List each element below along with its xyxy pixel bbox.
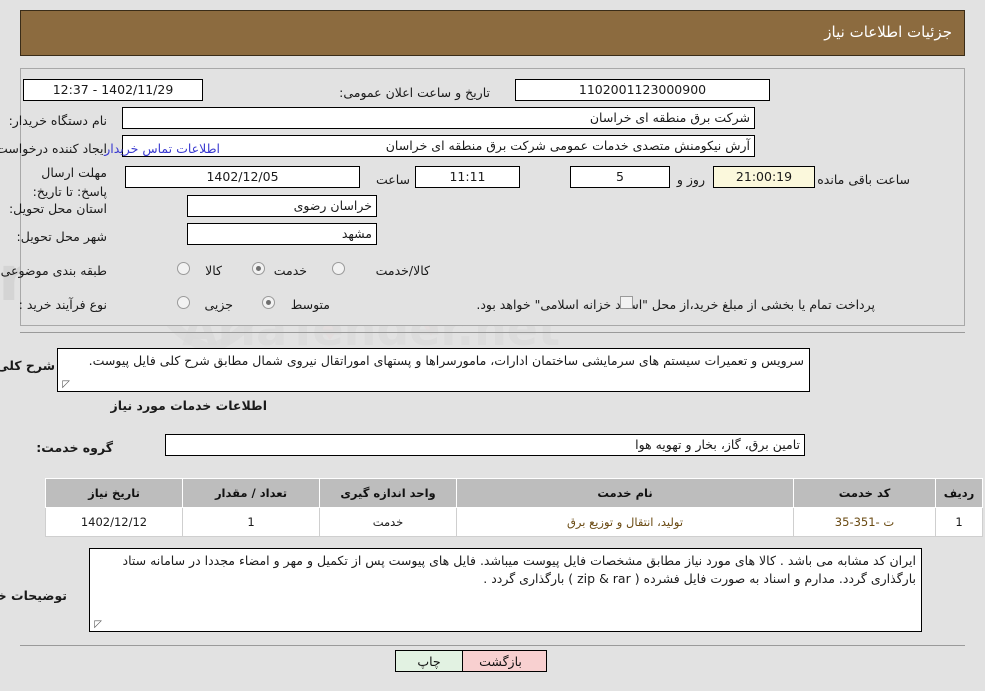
cell-code: ت -351-35	[793, 507, 936, 537]
print-button[interactable]: چاپ	[395, 650, 463, 672]
province-label: استان محل تحویل:	[8, 201, 107, 216]
category-radio-kala[interactable]	[177, 262, 190, 275]
divider-top	[20, 332, 965, 333]
description-label: شرح کلی نیاز:	[0, 358, 55, 373]
table-row[interactable]: 1 ت -351-35 تولید، انتقال و توزیع برق خد…	[45, 507, 983, 537]
col-date: تاریخ نیاز	[45, 478, 183, 508]
need-details-page: AriaTender.net W AriaTender.net جزئیات ا…	[0, 0, 985, 691]
deadline-hour-field[interactable]: 11:11	[415, 166, 520, 188]
deadline-label: مهلت ارسال پاسخ: تا تاریخ:	[32, 165, 107, 199]
cell-date: 1402/12/12	[45, 507, 183, 537]
resize-grip-icon-2[interactable]: ◸	[92, 620, 102, 630]
service-group-field[interactable]: تامین برق، گاز، بخار و تهویه هوا	[165, 434, 805, 456]
remaining-days-label: روز و	[676, 172, 705, 187]
divider-bottom	[20, 645, 965, 646]
table-header-row: ردیف کد خدمت نام خدمت واحد اندازه گیری ت…	[45, 478, 983, 508]
resize-grip-icon[interactable]: ◸	[60, 380, 70, 390]
process-label-jozei: جزیی	[204, 297, 233, 312]
page-title: جزئیات اطلاعات نیاز	[824, 23, 952, 41]
remaining-days-field[interactable]: 5	[570, 166, 670, 188]
remaining-time-field[interactable]: 21:00:19	[713, 166, 815, 188]
category-radio-khedmat[interactable]	[252, 262, 265, 275]
description-text: سرویس و تعمیرات سیستم های سرمایشی ساختما…	[88, 353, 804, 368]
col-code: کد خدمت	[793, 478, 936, 508]
treasury-bond-label: پرداخت تمام یا بخشی از مبلغ خرید،از محل …	[476, 297, 875, 312]
buyer-notes-text: ایران کد مشابه می باشد . کالا های مورد ن…	[122, 553, 917, 587]
deadline-date-field[interactable]: 1402/12/05	[125, 166, 360, 188]
treasury-bond-checkbox[interactable]	[620, 296, 633, 309]
category-label-kala-khedmat: کالا/خدمت	[375, 263, 430, 278]
col-row: ردیف	[935, 478, 983, 508]
col-name: نام خدمت	[456, 478, 794, 508]
deadline-hour-label: ساعت	[375, 172, 410, 187]
city-field[interactable]: مشهد	[187, 223, 377, 245]
city-label: شهر محل تحویل:	[16, 229, 107, 244]
buyer-org-label: نام دستگاه خریدار:	[8, 113, 107, 128]
services-table: ردیف کد خدمت نام خدمت واحد اندازه گیری ت…	[45, 478, 983, 537]
category-label-kala: کالا	[205, 263, 222, 278]
cell-unit: خدمت	[319, 507, 457, 537]
window-title-bar: جزئیات اطلاعات نیاز	[20, 10, 965, 56]
creator-label: ایجاد کننده درخواست:	[0, 141, 107, 156]
buyer-notes-label: توضیحات خریدار:	[0, 588, 67, 603]
province-field[interactable]: خراسان رضوی	[187, 195, 377, 217]
process-radio-jozei[interactable]	[177, 296, 190, 309]
category-radio-kala-khedmat[interactable]	[332, 262, 345, 275]
description-textarea[interactable]: سرویس و تعمیرات سیستم های سرمایشی ساختما…	[57, 348, 810, 392]
services-section-title: اطلاعات خدمات مورد نیاز	[110, 398, 268, 413]
cell-name: تولید، انتقال و توزیع برق	[456, 507, 794, 537]
public-announce-field[interactable]: 1402/11/29 - 12:37	[23, 79, 203, 101]
service-group-label: گروه خدمت:	[36, 440, 113, 455]
public-announce-label: تاریخ و ساعت اعلان عمومی:	[339, 85, 490, 100]
cell-row: 1	[935, 507, 983, 537]
process-label: نوع فرآیند خرید :	[18, 297, 107, 312]
process-label-motavaset: متوسط	[290, 297, 330, 312]
category-label-khedmat: خدمت	[273, 263, 307, 278]
buyer-notes-textarea[interactable]: ایران کد مشابه می باشد . کالا های مورد ن…	[89, 548, 922, 632]
col-unit: واحد اندازه گیری	[319, 478, 457, 508]
cell-qty: 1	[182, 507, 320, 537]
back-button[interactable]: بازگشت	[454, 650, 547, 672]
col-qty: تعداد / مقدار	[182, 478, 320, 508]
category-label: طبقه بندی موضوعی:	[0, 263, 107, 278]
remaining-time-label: ساعت باقی مانده	[817, 172, 910, 187]
buyer-contact-link[interactable]: اطلاعات تماس خریدار	[104, 141, 220, 156]
buyer-org-field[interactable]: شرکت برق منطقه ای خراسان	[122, 107, 755, 129]
process-radio-motavaset[interactable]	[262, 296, 275, 309]
need-number-field[interactable]: 1102001123000900	[515, 79, 770, 101]
